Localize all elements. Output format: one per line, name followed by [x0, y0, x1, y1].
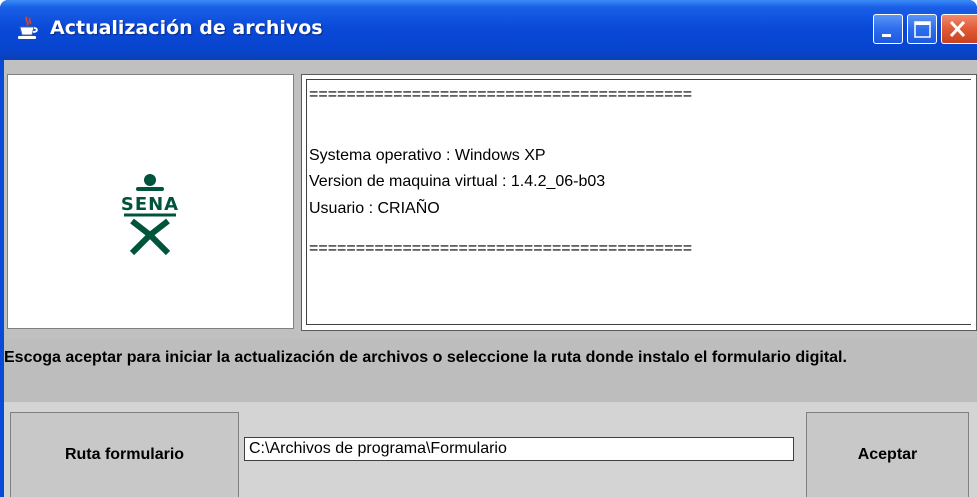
title-bar[interactable]: Actualización de archivos [0, 0, 977, 60]
window-content: SENA ===================================… [4, 60, 977, 497]
separator-top: ========================================… [309, 86, 693, 103]
ruta-formulario-button[interactable]: Ruta formulario [10, 412, 239, 497]
aceptar-button[interactable]: Aceptar [806, 412, 969, 497]
os-line: Systema operativo : Windows XP [309, 147, 546, 164]
close-icon [949, 20, 966, 38]
close-button[interactable] [941, 14, 977, 44]
separator-bottom: ========================================… [309, 240, 693, 257]
minimize-button[interactable] [873, 14, 903, 44]
logo-panel: SENA [7, 74, 294, 329]
maximize-button[interactable] [907, 14, 937, 44]
system-info-panel: ========================================… [301, 74, 977, 331]
message-bar: Escoga aceptar para iniciar la actualiza… [4, 339, 977, 402]
path-input[interactable]: C:\Archivos de programa\Formulario [244, 437, 794, 461]
app-window: Actualización de archivos SENA =========… [0, 0, 977, 497]
minimize-icon [882, 34, 891, 37]
user-line: Usuario : CRIAÑO [309, 200, 440, 217]
action-bar: Ruta formulario C:\Archivos de programa\… [4, 402, 977, 497]
java-cup-icon [14, 14, 42, 42]
instruction-message: Escoga aceptar para iniciar la actualiza… [4, 349, 847, 366]
system-info-text: ========================================… [306, 79, 971, 325]
maximize-icon [914, 21, 931, 38]
sena-logo: SENA [121, 174, 179, 256]
window-title: Actualización de archivos [50, 17, 323, 39]
svg-text:SENA: SENA [121, 194, 179, 215]
vm-version-line: Version de maquina virtual : 1.4.2_06-b0… [309, 173, 606, 190]
